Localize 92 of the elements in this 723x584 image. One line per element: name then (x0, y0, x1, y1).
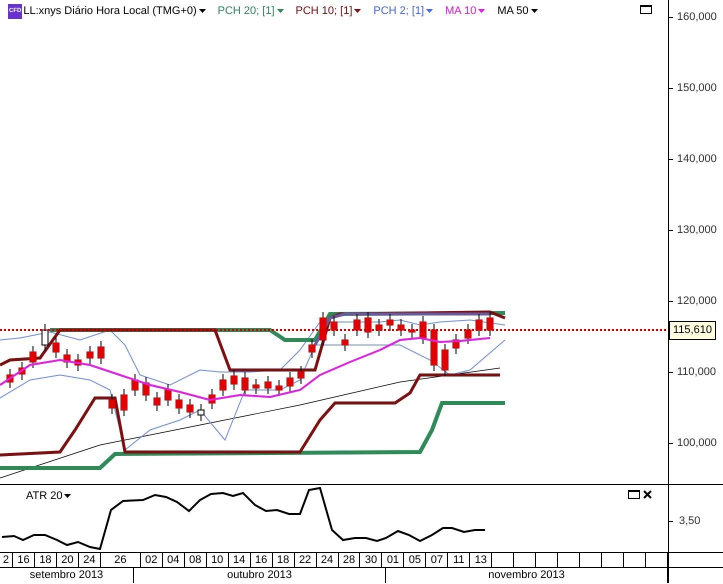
candlestick (364, 312, 372, 338)
candlestick (108, 394, 116, 414)
candlestick (98, 340, 104, 364)
candlestick (430, 324, 438, 372)
candlestick (220, 374, 226, 396)
dropdown-caret-icon[interactable] (64, 494, 72, 498)
month-cell: outubro 2013 (134, 568, 386, 583)
legend-label[interactable]: LL:xnys Diário Hora Local (TMG+0) (23, 3, 197, 20)
date-cell: 08 (184, 553, 207, 567)
candlestick (264, 376, 272, 394)
candlestick (18, 362, 26, 380)
date-cell: 28 (338, 553, 360, 567)
candlestick (242, 372, 248, 396)
candlestick (186, 398, 194, 418)
date-cell: 24 (78, 553, 101, 567)
candlestick (342, 334, 348, 352)
date-cell: 24 (316, 553, 339, 567)
date-cell: 22 (294, 553, 317, 567)
candlestick (142, 376, 150, 402)
candlestick (30, 346, 36, 368)
candlestick (330, 316, 338, 336)
legend-label[interactable]: PCH 20; [1] (218, 3, 275, 20)
candlestick (452, 334, 460, 354)
dropdown-caret-icon[interactable] (354, 9, 362, 14)
candlestick (154, 392, 160, 412)
axis-label: 3,50 (679, 514, 700, 529)
axis-label: 150,000 (677, 81, 717, 96)
axis-label: 110,000 (677, 365, 716, 380)
maximize-icon[interactable] (628, 490, 640, 499)
candlestick (486, 312, 494, 336)
candlestick (464, 324, 472, 344)
current-price-label: 115,610 (669, 321, 716, 340)
date-cell: 07 (426, 553, 448, 567)
candlestick (52, 336, 60, 358)
date-cell: 13 (470, 553, 492, 567)
candlestick (74, 354, 82, 372)
candlestick (42, 324, 48, 352)
axis-label: 140,000 (677, 152, 717, 167)
date-cell: 05 (404, 553, 426, 567)
candlestick (320, 312, 326, 346)
axis-label: 120,000 (677, 294, 717, 309)
candlestick (86, 346, 94, 364)
candlestick (308, 338, 316, 358)
candlestick (6, 368, 14, 388)
legend-label[interactable]: PCH 10; [1] (296, 3, 352, 20)
candlestick (120, 388, 128, 416)
dropdown-caret-icon[interactable] (198, 9, 206, 14)
date-cell: 02 (140, 553, 163, 567)
candlestick (208, 388, 216, 410)
axis-label: 130,000 (677, 223, 717, 238)
date-cell: 18 (34, 553, 57, 567)
candlestick (442, 344, 448, 376)
candlestick (176, 394, 182, 414)
date-cell: 11 (448, 553, 470, 567)
candlestick (64, 348, 70, 368)
candlestick (132, 374, 138, 396)
date-cell: 10 (206, 553, 229, 567)
date-cell: 04 (162, 553, 185, 567)
month-cell: setembro 2013 (0, 568, 134, 583)
candlestick (398, 318, 404, 336)
candlestick (354, 314, 360, 336)
dropdown-caret-icon[interactable] (530, 9, 538, 14)
candlestick (386, 314, 394, 332)
axis-label: 100,000 (677, 436, 717, 451)
date-cell: 26 (100, 553, 141, 567)
maximize-icon[interactable] (640, 5, 652, 14)
close-icon[interactable] (643, 490, 652, 499)
date-cell: 01 (382, 553, 404, 567)
date-cell: 20 (56, 553, 79, 567)
candlestick (298, 366, 304, 384)
month-cell: novembro 2013 (386, 568, 668, 583)
date-cell: 16 (12, 553, 35, 567)
date-cell: 2 (0, 553, 13, 567)
candlestick (276, 380, 282, 396)
legend-label[interactable]: MA 10 (445, 3, 476, 20)
candlestick (476, 314, 482, 336)
legend-label[interactable]: PCH 2; [1] (373, 3, 424, 20)
date-cell: 30 (360, 553, 382, 567)
candlestick (164, 384, 172, 406)
candlestick (420, 316, 426, 344)
legend-label[interactable]: MA 50 (497, 3, 528, 20)
candlestick (252, 378, 260, 394)
indicator-label[interactable]: ATR 20 (26, 488, 62, 504)
candlestick (408, 324, 416, 338)
date-cell: 16 (250, 553, 273, 567)
candlestick (286, 372, 294, 392)
candlestick (198, 404, 204, 422)
axis-label: 160,000 (677, 10, 717, 25)
candlestick (230, 370, 238, 390)
candlestick (376, 318, 382, 336)
date-cell: 18 (272, 553, 295, 567)
date-cell: 14 (228, 553, 251, 567)
